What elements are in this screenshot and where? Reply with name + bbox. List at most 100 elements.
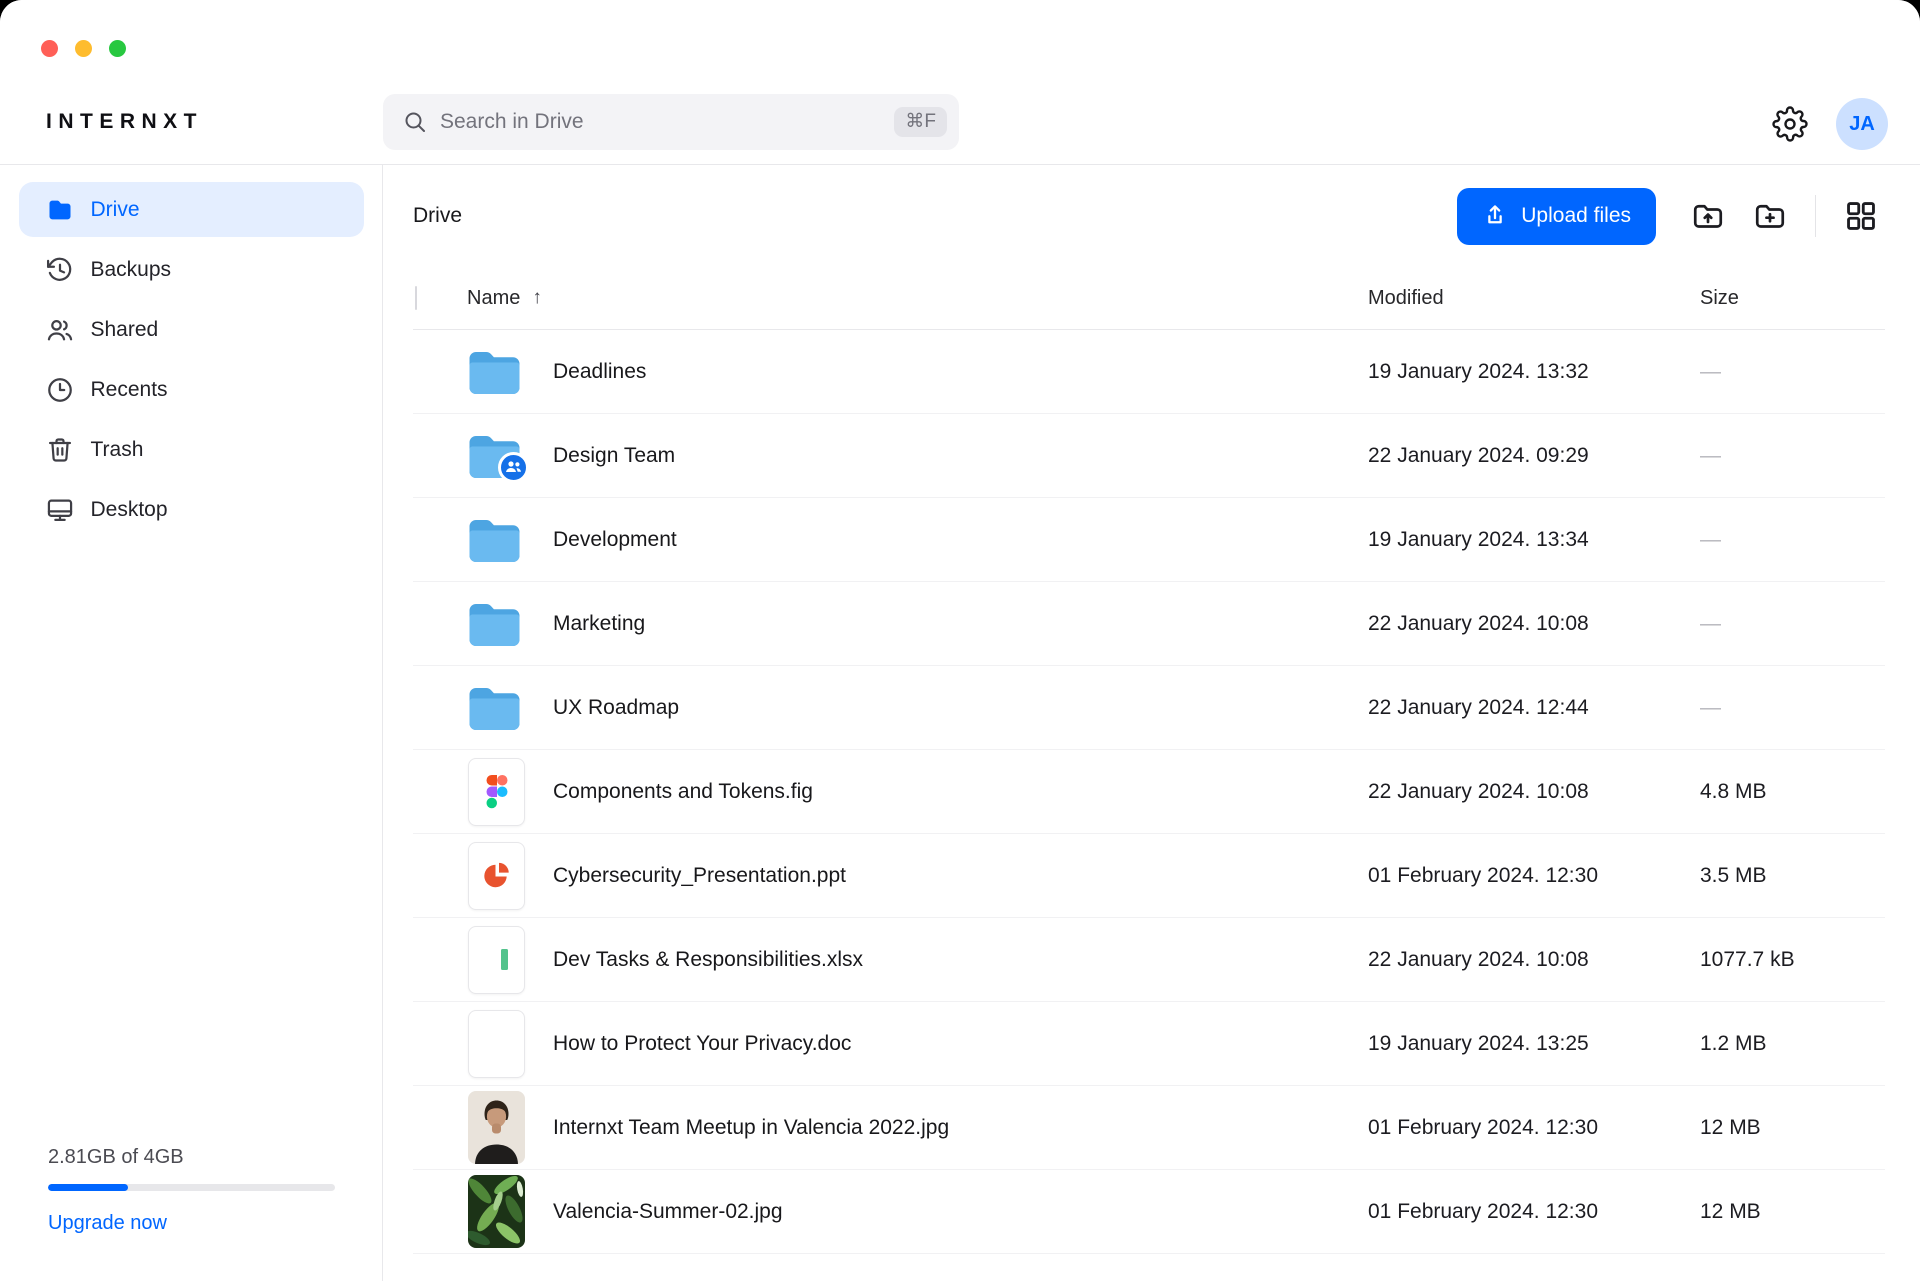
column-header-modified[interactable]: Modified	[1368, 287, 1700, 310]
file-row[interactable]: UX Roadmap 22 January 2024. 12:44 —	[413, 666, 1885, 750]
column-header-size[interactable]: Size	[1700, 287, 1885, 310]
file-size: 1.2 MB	[1700, 1032, 1885, 1056]
file-size: —	[1700, 528, 1885, 552]
file-modified: 22 January 2024. 09:29	[1368, 444, 1700, 468]
file-modified: 22 January 2024. 10:08	[1368, 948, 1700, 972]
internxt-logo: INTERNXT	[46, 110, 203, 134]
file-row[interactable]: X Dev Tasks & Responsibilities.xlsx 22 J…	[413, 918, 1885, 1002]
sort-ascending-icon: ↑	[532, 287, 542, 309]
main-panel: Drive Upload files	[383, 165, 1920, 1281]
file-row[interactable]: Cybersecurity_Presentation.ppt 01 Februa…	[413, 834, 1885, 918]
file-table: Name ↑ Modified Size Deadlines 19 Januar…	[413, 267, 1885, 1254]
select-all-checkbox[interactable]	[415, 286, 417, 310]
presentation-file-icon	[468, 842, 525, 910]
search-input[interactable]	[440, 110, 881, 134]
sidebar-item-recents[interactable]: Recents	[19, 362, 364, 417]
folder-icon	[46, 196, 74, 224]
sidebar: Drive Backups Shared Recents Trash Deskt…	[0, 165, 383, 1281]
close-button[interactable]	[41, 40, 58, 57]
file-name: Design Team	[553, 444, 1368, 468]
file-size: 12 MB	[1700, 1200, 1885, 1224]
sidebar-nav: Drive Backups Shared Recents Trash Deskt…	[0, 182, 382, 537]
file-modified: 19 January 2024. 13:25	[1368, 1032, 1700, 1056]
history-icon	[46, 256, 74, 284]
storage-progress-bar	[48, 1184, 335, 1191]
file-size: —	[1700, 696, 1885, 720]
upload-icon	[1482, 203, 1508, 229]
top-bar: INTERNXT ⌘F JA	[0, 0, 1920, 165]
avatar[interactable]: JA	[1836, 98, 1888, 150]
file-modified: 01 February 2024. 12:30	[1368, 1116, 1700, 1140]
maximize-button[interactable]	[109, 40, 126, 57]
window-controls	[41, 40, 126, 57]
sidebar-item-shared[interactable]: Shared	[19, 302, 364, 357]
file-name: Cybersecurity_Presentation.ppt	[553, 864, 1368, 888]
file-size: —	[1700, 444, 1885, 468]
folder-icon	[468, 350, 521, 394]
folder-icon	[468, 518, 521, 562]
file-name: Internxt Team Meetup in Valencia 2022.jp…	[553, 1116, 1368, 1140]
image-thumbnail	[468, 1091, 525, 1164]
file-row[interactable]: Development 19 January 2024. 13:34 —	[413, 498, 1885, 582]
file-row[interactable]: Marketing 22 January 2024. 10:08 —	[413, 582, 1885, 666]
file-modified: 01 February 2024. 12:30	[1368, 1200, 1700, 1224]
file-row[interactable]: Design Team 22 January 2024. 09:29 —	[413, 414, 1885, 498]
storage-widget: 2.81GB of 4GB Upgrade now	[48, 1146, 335, 1235]
file-name: Valencia-Summer-02.jpg	[553, 1200, 1368, 1224]
file-size: —	[1700, 360, 1885, 384]
file-name: Development	[553, 528, 1368, 552]
file-name: How to Protect Your Privacy.doc	[553, 1032, 1368, 1056]
new-folder-button[interactable]	[1744, 192, 1796, 240]
upload-folder-button[interactable]	[1682, 192, 1734, 240]
file-name: Marketing	[553, 612, 1368, 636]
minimize-button[interactable]	[75, 40, 92, 57]
sidebar-item-desktop[interactable]: Desktop	[19, 482, 364, 537]
file-row[interactable]: Deadlines 19 January 2024. 13:32 —	[413, 330, 1885, 414]
sidebar-item-trash[interactable]: Trash	[19, 422, 364, 477]
file-modified: 19 January 2024. 13:34	[1368, 528, 1700, 552]
file-modified: 22 January 2024. 10:08	[1368, 780, 1700, 804]
clock-icon	[46, 376, 74, 404]
column-header-name[interactable]: Name ↑	[467, 287, 1368, 310]
settings-button[interactable]	[1766, 100, 1814, 148]
search-bar[interactable]: ⌘F	[383, 94, 959, 150]
people-icon	[46, 316, 74, 344]
file-size: 12 MB	[1700, 1116, 1885, 1140]
file-row[interactable]: Components and Tokens.fig 22 January 202…	[413, 750, 1885, 834]
storage-usage-label: 2.81GB of 4GB	[48, 1146, 335, 1169]
trash-icon	[46, 436, 74, 464]
svg-text:X: X	[487, 953, 497, 970]
excel-file-icon: X	[468, 926, 525, 994]
table-header: Name ↑ Modified Size	[413, 267, 1885, 330]
file-name: Dev Tasks & Responsibilities.xlsx	[553, 948, 1368, 972]
shared-folder-icon	[468, 434, 521, 478]
file-size: 3.5 MB	[1700, 864, 1885, 888]
storage-progress-fill	[48, 1184, 128, 1191]
sidebar-item-backups[interactable]: Backups	[19, 242, 364, 297]
file-name: UX Roadmap	[553, 696, 1368, 720]
file-modified: 01 February 2024. 12:30	[1368, 864, 1700, 888]
grid-view-button[interactable]	[1835, 192, 1887, 240]
word-file-icon: W	[468, 1010, 525, 1078]
page-title: Drive	[413, 204, 462, 228]
file-name: Components and Tokens.fig	[553, 780, 1368, 804]
file-size: 1077.7 kB	[1700, 948, 1885, 972]
file-modified: 22 January 2024. 10:08	[1368, 612, 1700, 636]
file-row[interactable]: Internxt Team Meetup in Valencia 2022.jp…	[413, 1086, 1885, 1170]
file-row[interactable]: W How to Protect Your Privacy.doc 19 Jan…	[413, 1002, 1885, 1086]
file-modified: 22 January 2024. 12:44	[1368, 696, 1700, 720]
folder-icon	[468, 686, 521, 730]
app-window: INTERNXT ⌘F JA Drive Backups Shared Rece…	[0, 0, 1920, 1281]
file-size: 4.8 MB	[1700, 780, 1885, 804]
folder-icon	[468, 602, 521, 646]
gear-icon	[1772, 106, 1808, 142]
file-name: Deadlines	[553, 360, 1368, 384]
upload-files-button[interactable]: Upload files	[1457, 188, 1656, 245]
file-row[interactable]: Valencia-Summer-02.jpg 01 February 2024.…	[413, 1170, 1885, 1254]
sidebar-item-drive[interactable]: Drive	[19, 182, 364, 237]
file-size: —	[1700, 612, 1885, 636]
upgrade-link[interactable]: Upgrade now	[48, 1212, 335, 1235]
grid-view-icon	[1844, 199, 1878, 233]
desktop-icon	[46, 496, 74, 524]
image-thumbnail	[468, 1175, 525, 1248]
